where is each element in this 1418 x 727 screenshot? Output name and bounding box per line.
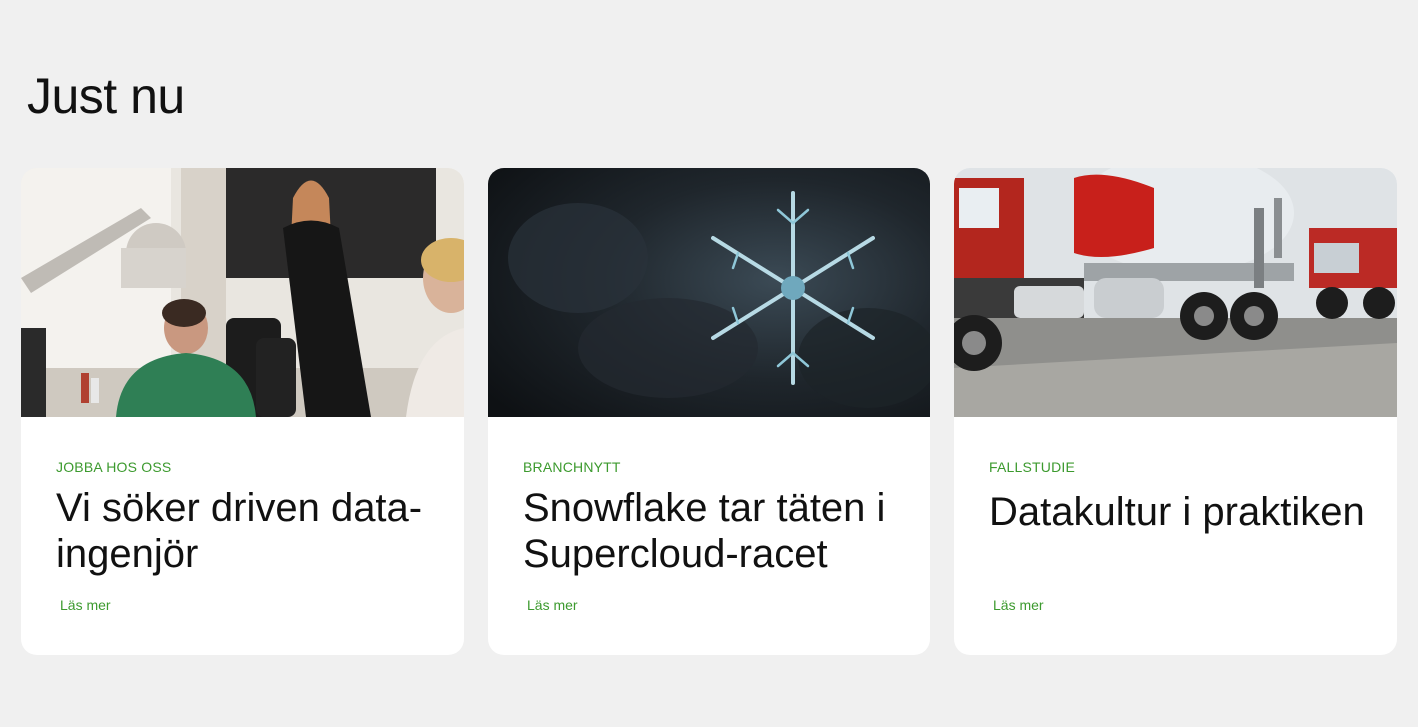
card-image-snowflake[interactable]: [488, 168, 930, 417]
card-title[interactable]: Snowflake tar täten i Supercloud-racet: [523, 485, 900, 577]
office-photo: [21, 168, 464, 417]
card-image-trucks[interactable]: [954, 168, 1397, 417]
card-title[interactable]: Vi söker driven data-ingenjör: [56, 485, 434, 577]
snowflake-photo: [488, 168, 930, 417]
card-title[interactable]: Datakultur i praktiken: [989, 489, 1367, 535]
card-image-office[interactable]: [21, 168, 464, 417]
section-title: Just nu: [27, 68, 185, 124]
article-card[interactable]: BRANCHNYTT Snowflake tar täten i Supercl…: [488, 168, 930, 655]
read-more-link[interactable]: Läs mer: [527, 597, 578, 613]
concrete-trucks-photo: [954, 168, 1397, 417]
read-more-link[interactable]: Läs mer: [993, 597, 1044, 613]
card-category: FALLSTUDIE: [989, 459, 1076, 475]
just-nu-section: Just nu JOBBA HOS OSS Vi söker driven da…: [0, 0, 1418, 727]
card-category: JOBBA HOS OSS: [56, 459, 172, 475]
article-card[interactable]: JOBBA HOS OSS Vi söker driven data-ingen…: [21, 168, 464, 655]
card-category: BRANCHNYTT: [523, 459, 621, 475]
read-more-link[interactable]: Läs mer: [60, 597, 111, 613]
article-card[interactable]: FALLSTUDIE Datakultur i praktiken Läs me…: [954, 168, 1397, 655]
